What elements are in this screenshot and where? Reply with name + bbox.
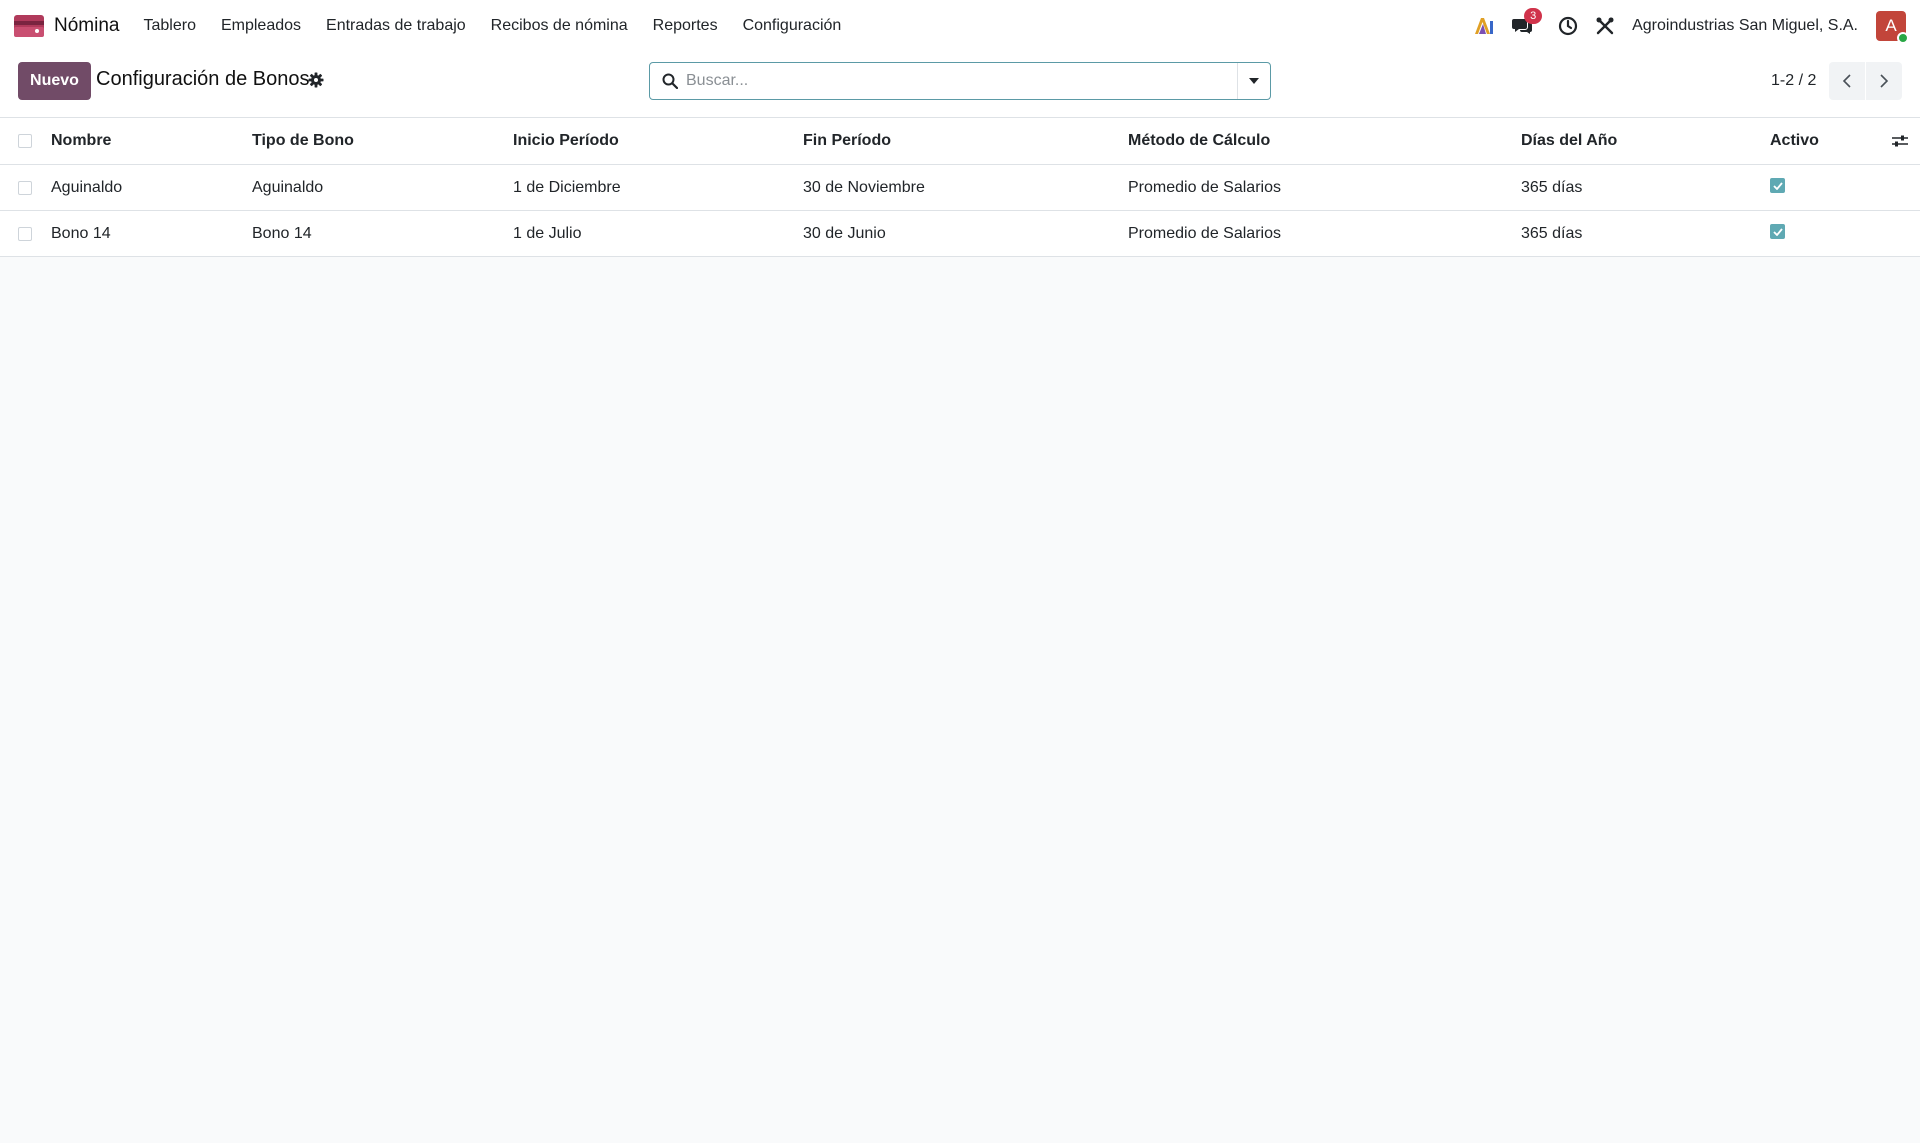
avatar-initial: A — [1885, 16, 1897, 35]
column-header-metodo-de-calculo[interactable]: Método de Cálculo — [1128, 118, 1270, 164]
menu-item-entradas-de-trabajo[interactable]: Entradas de trabajo — [326, 17, 466, 35]
search-options-toggle[interactable] — [1237, 63, 1270, 99]
cell-dias-del-ano: 365 días — [1521, 178, 1583, 196]
app-name[interactable]: Nómina — [54, 15, 119, 37]
table-row[interactable]: Bono 14 Bono 14 1 de Julio 30 de Junio P… — [0, 211, 1920, 257]
page-title: Configuración de Bonos — [96, 68, 310, 90]
pager-value[interactable]: 1-2 / 2 — [1771, 72, 1816, 90]
cell-activo — [1770, 209, 1785, 254]
search-input[interactable] — [686, 63, 1237, 99]
cell-inicio-periodo: 1 de Julio — [513, 224, 582, 242]
company-switcher[interactable]: Agroindustrias San Miguel, S.A. — [1632, 17, 1858, 35]
chevron-left-icon — [1842, 74, 1851, 88]
new-button[interactable]: Nuevo — [18, 62, 91, 100]
cell-fin-periodo: 30 de Noviembre — [803, 178, 925, 196]
cell-tipo-de-bono: Aguinaldo — [252, 178, 324, 196]
user-avatar[interactable]: A — [1876, 11, 1909, 44]
row-checkbox[interactable] — [18, 180, 32, 195]
menu-item-empleados[interactable]: Empleados — [221, 17, 301, 35]
cell-activo — [1770, 163, 1785, 208]
search-icon — [662, 73, 678, 89]
select-all-checkbox[interactable] — [18, 134, 32, 148]
payroll-app-icon[interactable] — [14, 15, 44, 37]
column-header-nombre[interactable]: Nombre — [51, 118, 111, 164]
systray: 3 Agroindustrias San Miguel, S.A. A — [1456, 8, 1909, 44]
cell-metodo-de-calculo: Promedio de Salarios — [1128, 224, 1281, 242]
table-header: Nombre Tipo de Bono Inicio Período Fin P… — [0, 118, 1920, 165]
column-header-activo[interactable]: Activo — [1770, 118, 1819, 164]
ai-icon[interactable] — [1474, 17, 1494, 35]
optional-columns-icon[interactable] — [1892, 118, 1908, 164]
active-checkbox[interactable] — [1770, 178, 1785, 193]
menu-item-tablero[interactable]: Tablero — [143, 17, 195, 35]
online-status-dot — [1897, 32, 1909, 44]
cell-metodo-de-calculo: Promedio de Salarios — [1128, 178, 1281, 196]
pager-next-button[interactable] — [1866, 62, 1902, 100]
row-select-cell — [18, 165, 32, 210]
search-bar — [649, 62, 1271, 100]
gear-icon[interactable] — [308, 72, 324, 93]
messages-badge: 3 — [1524, 8, 1543, 24]
cell-inicio-periodo: 1 de Diciembre — [513, 178, 621, 196]
column-header-inicio-periodo[interactable]: Inicio Período — [513, 118, 619, 164]
cell-fin-periodo: 30 de Junio — [803, 224, 886, 242]
chevron-right-icon — [1880, 74, 1889, 88]
caret-down-icon — [1249, 78, 1259, 84]
list-view: Nombre Tipo de Bono Inicio Período Fin P… — [0, 118, 1920, 257]
select-all-cell — [18, 118, 32, 164]
active-checkbox[interactable] — [1770, 224, 1785, 239]
table-row[interactable]: Aguinaldo Aguinaldo 1 de Diciembre 30 de… — [0, 165, 1920, 211]
cell-dias-del-ano: 365 días — [1521, 224, 1583, 242]
column-header-fin-periodo[interactable]: Fin Período — [803, 118, 891, 164]
menu-item-configuracion[interactable]: Configuración — [743, 17, 842, 35]
cell-tipo-de-bono: Bono 14 — [252, 224, 312, 242]
column-header-dias-del-ano[interactable]: Días del Año — [1521, 118, 1617, 164]
messages-button[interactable]: 3 — [1512, 8, 1543, 35]
row-select-cell — [18, 211, 32, 256]
clock-icon[interactable] — [1558, 16, 1578, 36]
checkmark-icon — [1772, 181, 1783, 190]
control-panel: Nuevo Configuración de Bonos Buscar... 1… — [0, 52, 1920, 118]
checkmark-icon — [1772, 227, 1783, 236]
top-navbar: Nómina Tablero Empleados Entradas de tra… — [0, 0, 1920, 52]
column-header-tipo-de-bono[interactable]: Tipo de Bono — [252, 118, 354, 164]
menu-item-recibos-de-nomina[interactable]: Recibos de nómina — [491, 17, 628, 35]
row-checkbox[interactable] — [18, 226, 32, 241]
cell-nombre: Bono 14 — [51, 224, 111, 242]
pager-previous-button[interactable] — [1829, 62, 1865, 100]
menu-item-reportes[interactable]: Reportes — [653, 17, 718, 35]
cell-nombre: Aguinaldo — [51, 178, 123, 196]
tools-icon[interactable] — [1596, 17, 1614, 35]
